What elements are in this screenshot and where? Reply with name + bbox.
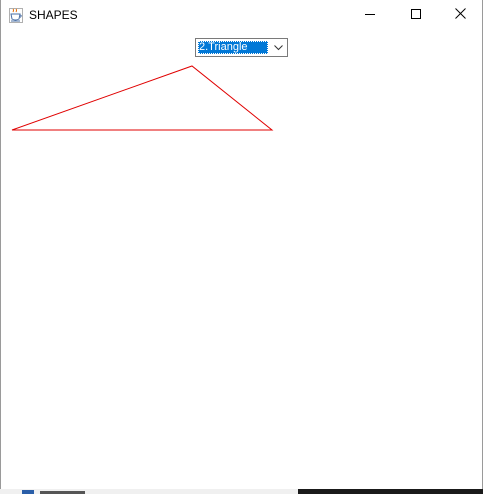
java-coffee-cup-icon[interactable] <box>9 8 23 23</box>
minimize-button[interactable] <box>347 0 393 30</box>
window-title: SHAPES <box>29 8 78 22</box>
chevron-down-icon[interactable] <box>270 40 286 55</box>
taskbar-dark-region <box>298 489 483 494</box>
triangle-shape <box>11 65 274 131</box>
taskbar-edge <box>0 489 483 494</box>
shape-canvas <box>11 65 274 131</box>
minimize-icon <box>365 6 375 24</box>
taskbar-app-icon <box>22 490 34 494</box>
maximize-button[interactable] <box>393 0 439 30</box>
close-button[interactable] <box>437 0 482 30</box>
shape-dropdown-value: 2.Triangle <box>198 41 268 54</box>
shape-dropdown[interactable]: 2.Triangle <box>195 38 288 57</box>
drawing-panel: 2.Triangle <box>1 31 482 489</box>
title-bar[interactable]: SHAPES <box>1 0 482 31</box>
maximize-icon <box>411 6 421 24</box>
close-icon <box>454 6 466 24</box>
app-window: SHAPES 2.Triangle <box>0 0 483 494</box>
